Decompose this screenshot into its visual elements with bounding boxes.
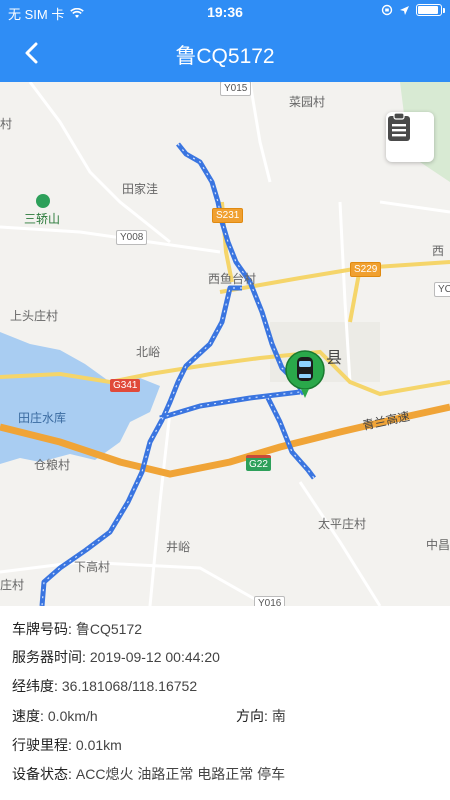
plate-value: 鲁CQ5172 <box>75 621 143 637</box>
map-label-tianzhuangshuiku: 田庄水库 <box>18 411 67 425</box>
coords-value: 36.181068/118.16752 <box>61 678 198 694</box>
map-label-beiyu: 北峪 <box>136 345 161 359</box>
direction-label: 方向: <box>236 708 268 724</box>
road-tag-s229: S229 <box>350 262 382 277</box>
nav-bar: 鲁CQ5172 <box>0 24 450 82</box>
road-tag-y016: Y016 <box>254 596 286 606</box>
rotation-lock-icon <box>381 4 393 16</box>
vehicle-info-panel: 车牌号码: 鲁CQ5172 服务器时间: 2019-09-12 00:44:20 经… <box>0 606 450 800</box>
road-tag-s231: S231 <box>212 208 244 223</box>
map-label-shangtouzhuangcun: 上头庄村 <box>10 309 59 323</box>
map-label-canglangcun: 仓粮村 <box>34 458 71 472</box>
map-label-edge-zhong: 中昌 <box>426 538 450 552</box>
map-label-xiagaocun: 下高村 <box>74 560 111 574</box>
page-title: 鲁CQ5172 <box>175 45 275 68</box>
map-label-xiyuquancun: 西鱼台村 <box>208 272 257 286</box>
minor-roads <box>0 82 450 606</box>
speed-label: 速度: <box>12 708 44 724</box>
device-status-row: 设备状态: ACC熄火 油路正常 电路正常 停车 <box>12 764 285 784</box>
map-label-tianjiawa: 田家洼 <box>122 182 159 196</box>
map-label-taipingzhuangcun: 太平庄村 <box>318 517 367 531</box>
location-arrow-icon <box>400 5 409 15</box>
status-bar: 无 SIM 卡 19:36 <box>0 0 450 24</box>
server-time-row: 服务器时间: 2019-09-12 00:44:20 <box>12 647 220 667</box>
map-label-edge-zhuangcun: 庄村 <box>0 578 25 592</box>
device-status-label: 设备状态: <box>12 766 72 782</box>
coords-label: 经纬度: <box>12 678 58 694</box>
road-tag-y015: Y015 <box>220 82 252 96</box>
coords-row: 经纬度: 36.181068/118.16752 <box>12 676 197 696</box>
battery-fill <box>418 6 438 14</box>
status-right <box>381 4 445 16</box>
mileage-value: 0.01km <box>75 737 122 753</box>
map-label-jingyu: 井峪 <box>166 540 191 554</box>
road-tag-y008: Y008 <box>116 230 148 245</box>
server-time-value: 2019-09-12 00:44:20 <box>89 649 220 665</box>
mileage-row: 行驶里程: 0.01km <box>12 735 122 755</box>
map-canvas <box>0 82 450 606</box>
map-label-caiyuancun: 菜园村 <box>289 95 326 109</box>
mountain-icon <box>36 194 50 208</box>
device-status-value: ACC熄火 油路正常 电路正常 停车 <box>75 766 286 782</box>
direction-row: 方向: 南 <box>236 706 286 726</box>
clipboard-icon <box>388 112 410 141</box>
road-tag-yc: YC <box>434 282 450 297</box>
speed-row: 速度: 0.0km/h <box>12 706 98 726</box>
plate-row: 车牌号码: 鲁CQ5172 <box>12 619 142 639</box>
map-label-edge-xi: 西 <box>432 244 445 258</box>
server-time-label: 服务器时间: <box>12 649 86 665</box>
map-view[interactable]: 菜园村 田家洼 三轿山 西鱼台村 上头庄村 北峪 县 田庄水库 仓粮村 青兰高速… <box>0 82 450 606</box>
plate-label: 车牌号码: <box>12 621 72 637</box>
battery-icon <box>416 4 445 16</box>
direction-value: 南 <box>271 708 286 724</box>
map-label-xian: 县 <box>326 350 343 367</box>
road-tag-g22: G22 <box>246 455 271 471</box>
track-list-button[interactable] <box>386 112 434 162</box>
map-label-edge-cun: 村 <box>0 117 13 131</box>
mileage-label: 行驶里程: <box>12 737 72 753</box>
speed-value: 0.0km/h <box>47 708 98 724</box>
road-tag-g341: G341 <box>110 379 141 392</box>
map-label-sanjiaoshan: 三轿山 <box>24 212 61 226</box>
